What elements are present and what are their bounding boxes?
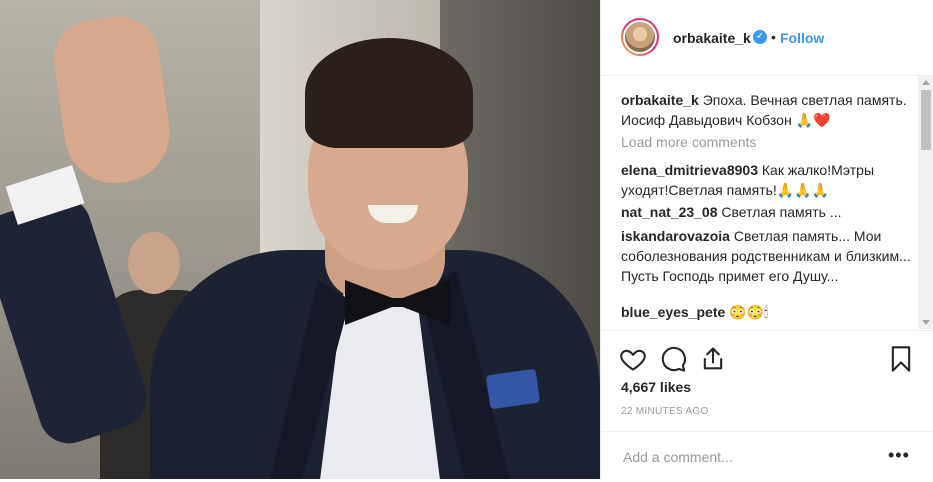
photo-pocket-square	[485, 368, 541, 410]
post-header: orbakaite_k ✓ • Follow	[601, 0, 933, 76]
comment-text: Светлая память ...	[721, 204, 842, 220]
share-icon[interactable]	[699, 345, 727, 373]
comment-item: iskandarovazoia Светлая память... Мои со…	[621, 226, 911, 286]
caption: orbakaite_k Эпоха. Вечная светлая память…	[621, 90, 911, 130]
scrollbar-thumb[interactable]	[921, 90, 931, 150]
photo-hair	[305, 38, 473, 148]
comment-item: nat_nat_23_08 Светлая память ...	[621, 202, 911, 222]
add-comment-bar: •••	[601, 431, 933, 482]
comment-username[interactable]: elena_dmitrieva8903	[621, 162, 758, 178]
add-comment-input[interactable]	[621, 446, 875, 468]
post-timestamp[interactable]: 22 MINUTES AGO	[621, 406, 709, 417]
post-sidebar: orbakaite_k ✓ • Follow orbakaite_k Эпоха…	[600, 0, 933, 479]
header-username[interactable]: orbakaite_k	[673, 30, 751, 46]
more-options-icon[interactable]: •••	[888, 445, 910, 466]
load-more-comments-button[interactable]: Load more comments	[621, 134, 756, 150]
comment-username[interactable]: blue_eyes_pete	[621, 304, 725, 320]
scroll-down-arrow-icon[interactable]	[922, 320, 930, 325]
likes-count[interactable]: 4,667 likes	[621, 379, 691, 395]
comments-scrollbar[interactable]	[918, 76, 933, 329]
follow-button[interactable]: Follow	[780, 30, 824, 46]
comment-username[interactable]: nat_nat_23_08	[621, 204, 718, 220]
caption-username[interactable]: orbakaite_k	[621, 92, 699, 108]
comment-item: elena_dmitrieva8903 Как жалко!Мэтры уход…	[621, 160, 911, 200]
scroll-up-arrow-icon[interactable]	[922, 80, 930, 85]
comments-list[interactable]: orbakaite_k Эпоха. Вечная светлая память…	[601, 76, 921, 329]
verified-badge-icon: ✓	[753, 30, 767, 44]
comment-item: blue_eyes_pete 😳😳🕯	[621, 302, 911, 322]
photo-background-person-head	[128, 232, 180, 294]
header-separator: •	[771, 29, 776, 45]
post-actions: 4,667 likes 22 MINUTES AGO •••	[601, 330, 933, 481]
bookmark-icon[interactable]	[887, 345, 915, 373]
avatar[interactable]	[625, 22, 655, 52]
comment-username[interactable]: iskandarovazoia	[621, 228, 730, 244]
heart-icon[interactable]	[619, 345, 647, 373]
post-photo[interactable]	[0, 0, 600, 479]
comment-icon[interactable]	[659, 345, 687, 373]
comment-text: 😳😳🕯	[729, 304, 769, 320]
